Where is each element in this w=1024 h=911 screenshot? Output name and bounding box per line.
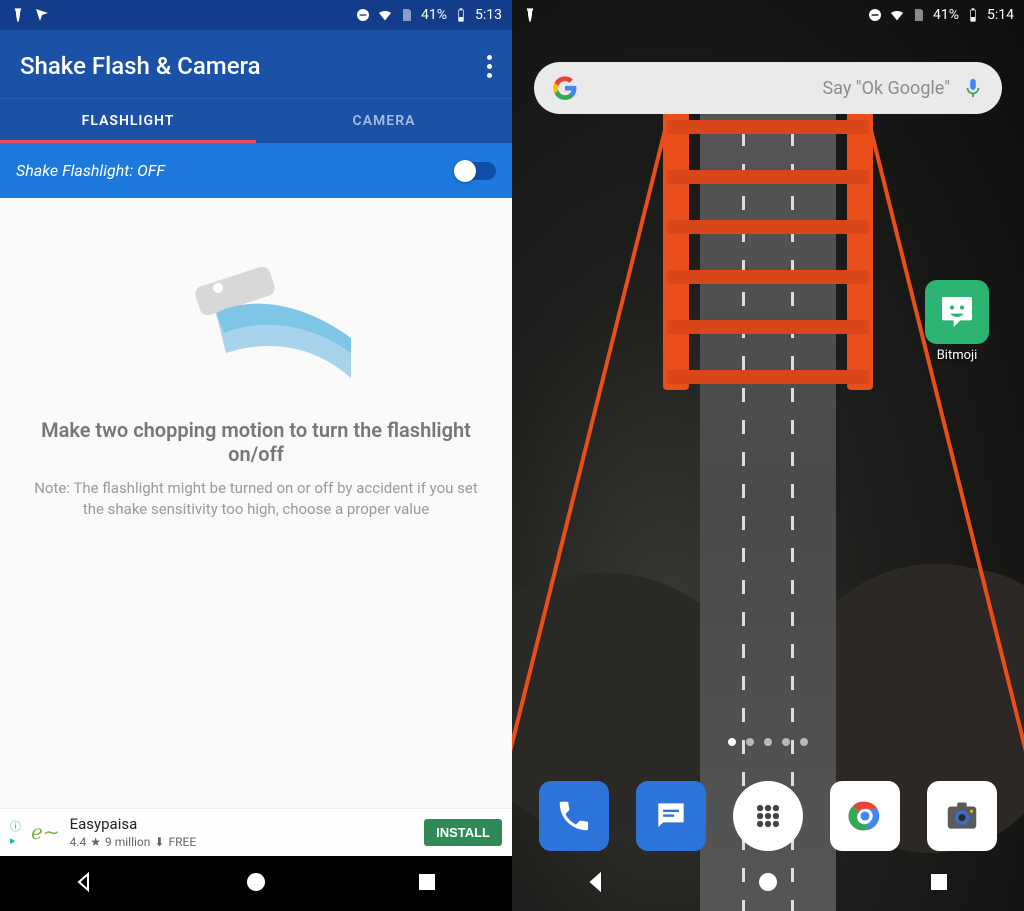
nav-back-button[interactable]	[73, 870, 97, 898]
nav-recent-button[interactable]	[415, 870, 439, 898]
dock-camera-icon[interactable]	[927, 781, 997, 851]
status-bar: 41% 5:13	[0, 0, 512, 30]
app-drawer-button[interactable]	[733, 781, 803, 851]
battery-percent: 41%	[421, 7, 447, 23]
clock: 5:14	[987, 7, 1014, 23]
battery-icon	[453, 7, 469, 23]
download-icon: ⬇	[154, 835, 164, 849]
dock	[512, 781, 1024, 851]
ad-rating: 4.4	[70, 835, 87, 849]
app-title: Shake Flash & Camera	[20, 52, 261, 80]
page-indicator[interactable]	[512, 738, 1024, 746]
no-sim-icon	[399, 7, 415, 23]
nav-back-button[interactable]	[585, 870, 609, 898]
no-sim-icon	[911, 7, 927, 23]
star-icon: ★	[90, 835, 101, 849]
bitmoji-label: Bitmoji	[920, 348, 994, 363]
ad-title: Easypaisa	[70, 815, 414, 833]
app-header: Shake Flash & Camera	[0, 30, 512, 99]
tabs: FLASHLIGHT CAMERA	[0, 99, 512, 143]
tab-flashlight[interactable]: FLASHLIGHT	[0, 99, 256, 143]
wifi-icon	[889, 7, 905, 23]
dock-chrome-icon[interactable]	[830, 781, 900, 851]
flashlight-status-icon	[10, 7, 26, 23]
phone-right: 41% 5:14 Say "Ok Google" Bitmoji	[512, 0, 1024, 911]
google-search-bar[interactable]: Say "Ok Google"	[534, 62, 1002, 114]
dnd-icon	[867, 7, 883, 23]
shake-toggle-row: Shake Flashlight: OFF	[0, 143, 512, 198]
wifi-icon	[377, 7, 393, 23]
nav-recent-button[interactable]	[927, 870, 951, 898]
phone-left: 41% 5:13 Shake Flash & Camera FLASHLIGHT…	[0, 0, 512, 911]
instruction-body: Make two chopping motion to turn the fla…	[0, 198, 512, 808]
nav-home-button[interactable]	[244, 870, 268, 898]
ad-installs: 9 million	[105, 835, 150, 849]
adchoices-icon[interactable]: ⓘ▸	[10, 818, 21, 847]
dock-messages-icon[interactable]	[636, 781, 706, 851]
status-bar: 41% 5:14	[512, 0, 1024, 30]
ad-price: FREE	[168, 835, 196, 849]
dock-phone-icon[interactable]	[539, 781, 609, 851]
android-nav-bar	[512, 856, 1024, 911]
battery-percent: 41%	[933, 7, 959, 23]
google-logo-icon	[552, 75, 578, 101]
shake-toggle-label: Shake Flashlight: OFF	[16, 161, 165, 180]
search-hint: Say "Ok Google"	[590, 78, 950, 99]
shake-toggle-switch[interactable]	[456, 162, 496, 180]
instruction-headline: Make two chopping motion to turn the fla…	[24, 418, 488, 466]
ad-banner[interactable]: ⓘ▸ ℯ∼ Easypaisa 4.4 ★ 9 million ⬇ FREE I…	[0, 808, 512, 856]
ad-logo: ℯ∼	[31, 820, 60, 845]
clock: 5:13	[475, 7, 502, 23]
app-status-icon	[34, 7, 50, 23]
bitmoji-app-icon[interactable]: Bitmoji	[920, 280, 994, 354]
flashlight-status-icon	[522, 7, 538, 23]
instruction-note: Note: The flashlight might be turned on …	[24, 478, 488, 520]
mic-icon[interactable]	[962, 77, 984, 99]
install-button[interactable]: INSTALL	[424, 819, 502, 846]
android-nav-bar	[0, 856, 512, 911]
tab-camera[interactable]: CAMERA	[256, 99, 512, 143]
overflow-menu-button[interactable]	[487, 55, 492, 78]
chop-illustration	[156, 258, 356, 388]
battery-icon	[965, 7, 981, 23]
dnd-icon	[355, 7, 371, 23]
nav-home-button[interactable]	[756, 870, 780, 898]
